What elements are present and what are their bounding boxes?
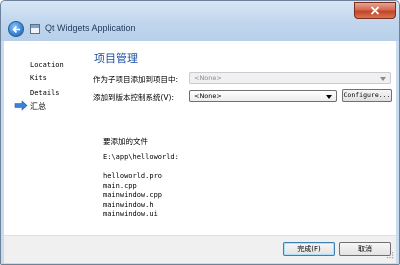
resize-grip-icon[interactable] xyxy=(386,251,394,261)
wizard-window: Qt Widgets Application Location Kits Det… xyxy=(0,0,400,265)
finish-button[interactable]: 完成(F) xyxy=(283,242,335,256)
list-item: mainwindow.cpp xyxy=(103,191,163,199)
sidebar-item-kits: Kits xyxy=(30,74,47,82)
wizard-steps-sidebar: Location Kits Details 汇总 xyxy=(4,41,86,235)
vcs-select-value: <None> xyxy=(194,92,222,100)
subproject-select[interactable]: <None> xyxy=(189,72,391,84)
arrow-right-icon xyxy=(14,100,28,113)
app-window-icon xyxy=(30,24,40,34)
files-heading: 要添加的文件 xyxy=(103,137,148,146)
sidebar-item-location: Location xyxy=(30,61,64,69)
list-item: mainwindow.h xyxy=(103,200,154,209)
list-item: main.cpp xyxy=(103,181,137,190)
list-item: mainwindow.ui xyxy=(103,210,158,218)
file-list: helloworld.pro main.cpp mainwindow.cpp m… xyxy=(103,172,162,220)
chevron-down-icon xyxy=(380,77,386,81)
window-title: Qt Widgets Application xyxy=(45,23,136,33)
close-button[interactable] xyxy=(354,2,396,19)
chevron-down-icon xyxy=(326,95,332,99)
files-path: E:\app\helloworld: xyxy=(103,153,179,161)
button-bar: 完成(F) 取消 xyxy=(4,235,396,263)
subproject-select-value: <None> xyxy=(194,74,222,82)
vcs-label: 添加到版本控制系统(V): xyxy=(93,93,175,102)
configure-button[interactable]: Configure... xyxy=(342,89,392,102)
vcs-select[interactable]: <None> xyxy=(189,90,337,102)
sidebar-item-details: Details xyxy=(30,89,60,97)
page-title: 项目管理 xyxy=(94,52,138,65)
list-item: helloworld.pro xyxy=(103,172,163,180)
cancel-button[interactable]: 取消 xyxy=(339,242,391,256)
subproject-label: 作为子项目添加到项目中: xyxy=(93,75,179,84)
title-bar: Qt Widgets Application xyxy=(1,1,399,41)
wizard-content: Location Kits Details 汇总 项目管理 作为子项目添加到项目… xyxy=(4,41,396,235)
back-button[interactable] xyxy=(8,21,24,37)
sidebar-item-summary: 汇总 xyxy=(30,102,46,111)
